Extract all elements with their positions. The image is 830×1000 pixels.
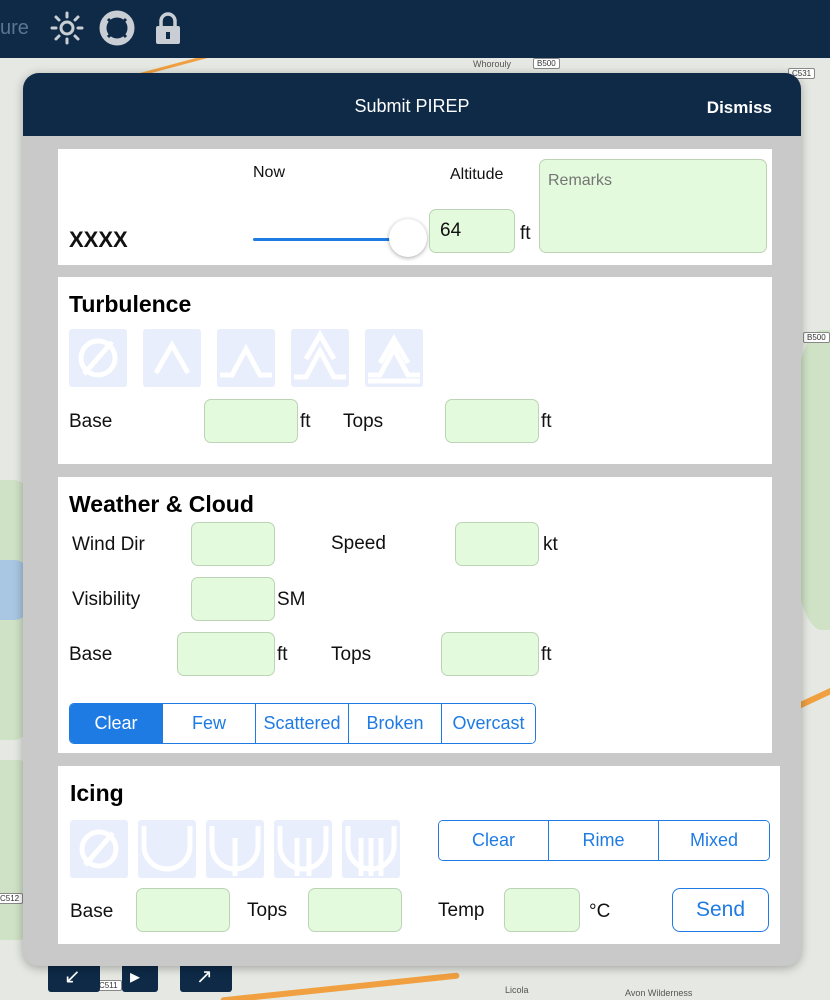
remarks-input[interactable] [539,159,767,253]
icing-tops-label: Tops [247,900,288,921]
turbulence-base-label: Base [69,411,113,432]
report-section: XXXX Now Altitude ft [58,149,772,265]
altitude-label: Altitude [450,166,504,183]
temp-label: Temp [438,900,485,921]
aircraft-id: XXXX [69,227,128,252]
altitude-input[interactable] [429,209,515,253]
turbulence-moderate-icon[interactable] [217,329,275,387]
icing-tops-input[interactable] [308,888,402,932]
brightness-icon[interactable] [49,10,85,46]
temp-input[interactable] [504,888,580,932]
turbulence-title: Turbulence [69,291,192,317]
cloud-cover-clear[interactable]: Clear [70,704,163,743]
visibility-input[interactable] [191,577,275,621]
turbulence-extreme-icon[interactable] [365,329,423,387]
time-slider-track[interactable] [253,238,393,241]
temp-unit: °C [589,901,611,922]
toolbar-cut-label: ure [0,17,29,39]
icing-base-label: Base [70,901,114,922]
arrow-forward-icon: ↗ [196,966,213,988]
map-road-c512: C512 [0,893,24,904]
modal-title: Submit PIREP [354,96,470,116]
weather-title: Weather & Cloud [69,491,254,517]
cloud-tops-unit: ft [541,644,552,665]
turbulence-severe-icon[interactable] [291,329,349,387]
visibility-unit: SM [277,589,306,610]
icing-type-clear[interactable]: Clear [439,821,549,860]
visibility-label: Visibility [72,589,141,610]
altitude-unit: ft [520,223,531,244]
cloud-base-label: Base [69,644,113,665]
app-toolbar: ure [0,0,830,58]
weather-section: Weather & Cloud Wind Dir Speed kt Visibi… [58,477,772,753]
turbulence-light-icon[interactable] [143,329,201,387]
cloud-cover-scattered[interactable]: Scattered [256,704,349,743]
turbulence-tops-unit: ft [541,411,552,432]
cloud-tops-input[interactable] [441,632,539,676]
pirep-modal: Submit PIREP Dismiss XXXX Now Altitude f… [23,73,801,966]
lock-icon[interactable] [150,10,186,46]
map-road-b500-right: B500 [803,332,830,343]
arrow-back-icon: ↙ [64,966,81,988]
map-label-whorouly: Whorouly [473,59,512,69]
icing-section: Icing Clear Rime Mixed Base Tops Temp °C S… [58,766,780,944]
cloud-base-input[interactable] [177,632,275,676]
turbulence-section: Turbulence Base ft Tops ft [58,277,772,464]
wind-dir-label: Wind Dir [72,534,145,555]
cloud-cover-selector: Clear Few Scattered Broken Overcast [69,703,536,744]
icing-severe-icon[interactable] [342,820,400,878]
icing-trace-icon[interactable] [138,820,196,878]
turbulence-base-unit: ft [300,411,311,432]
cloud-cover-broken[interactable]: Broken [349,704,442,743]
icing-base-input[interactable] [136,888,230,932]
time-label: Now [253,164,286,181]
icing-type-mixed[interactable]: Mixed [659,821,769,860]
send-button[interactable]: Send [672,888,769,932]
dismiss-button[interactable]: Dismiss [707,98,772,118]
turbulence-base-input[interactable] [204,399,298,443]
icing-light-icon[interactable] [206,820,264,878]
cloud-tops-label: Tops [331,644,372,665]
arrow-next-icon: ▸ [130,966,141,988]
time-slider-thumb[interactable] [388,219,427,257]
icing-type-rime[interactable]: Rime [549,821,659,860]
cloud-base-unit: ft [277,644,288,665]
turbulence-tops-input[interactable] [445,399,539,443]
cloud-cover-few[interactable]: Few [163,704,256,743]
map-road-b500-top: B500 [533,58,560,69]
speed-input[interactable] [455,522,539,566]
speed-label: Speed [331,533,386,554]
cloud-cover-overcast[interactable]: Overcast [442,704,535,743]
map-label-avon-wilderness: Avon Wilderness [625,988,693,998]
icing-none-icon[interactable] [70,820,128,878]
map-label-licola: Licola [505,985,529,995]
speed-unit: kt [543,534,558,555]
icing-type-selector: Clear Rime Mixed [438,820,770,861]
wind-dir-input[interactable] [191,522,275,566]
lifebuoy-icon[interactable] [99,10,135,46]
icing-title: Icing [70,780,124,806]
icing-moderate-icon[interactable] [274,820,332,878]
modal-header: Submit PIREP Dismiss [23,73,801,136]
turbulence-none-icon[interactable] [69,329,127,387]
turbulence-tops-label: Tops [343,411,384,432]
